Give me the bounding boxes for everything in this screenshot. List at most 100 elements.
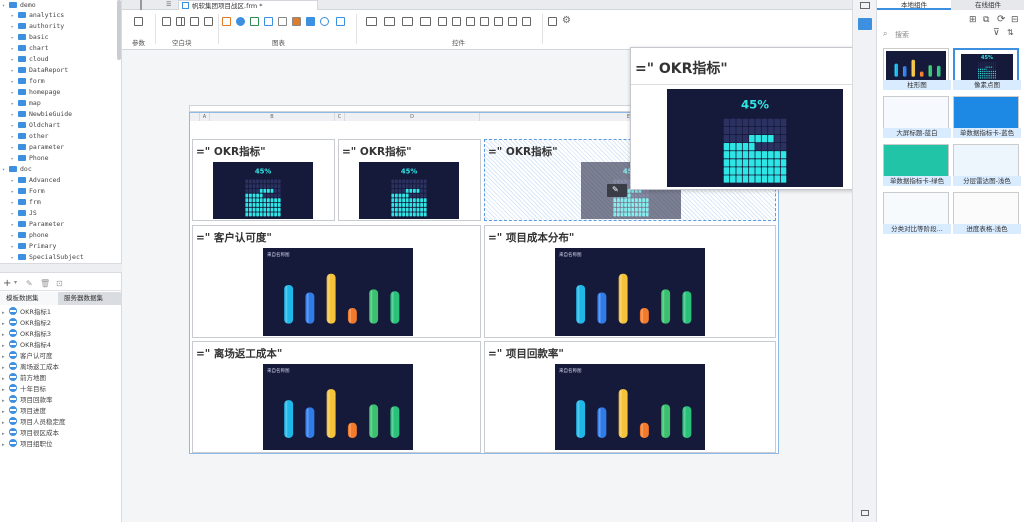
chevron-down-icon[interactable]: ▾ [2,1,9,12]
edit-icon[interactable]: ✎ [26,279,33,288]
dataset-item[interactable]: ▸ 项目人员稳定度 [2,417,66,428]
filter-icon[interactable]: ⊽ [993,28,1000,38]
split-layout-icon[interactable] [176,17,185,26]
dataset-item[interactable]: ▸ 离场返工成本 [2,362,59,373]
column-header-c[interactable]: C [335,113,345,121]
area-chart-icon[interactable] [292,17,301,26]
tab-local-components[interactable]: 本地组件 [877,0,951,10]
column-header-b[interactable]: B [210,113,335,121]
sort-icon[interactable]: ⇅ [1007,28,1014,37]
column-header-a[interactable]: A [200,113,210,121]
bar-cell-customer[interactable]: =" 客户认可度" 来自名称图 [192,225,481,338]
tree-item[interactable]: ▸ DataReport [11,65,68,76]
chevron-down-icon[interactable]: ▾ [14,279,17,286]
bar-cell-payment[interactable]: =" 项目回款率" 来自名称图 [484,341,776,453]
refresh-icon[interactable]: ⟳ [997,14,1005,25]
dropdown-icon[interactable] [480,17,489,26]
gauge-chart-icon[interactable] [320,17,329,26]
password-field-icon[interactable] [402,17,413,26]
component-thumb-compare[interactable] [883,192,949,228]
component-library-icon[interactable] [858,18,872,30]
dataset-item[interactable]: ▸ OKR指标1 [2,307,51,318]
dataset-item[interactable]: ▸ 十年目标 [2,384,46,395]
tree-item[interactable]: ▸ basic [11,32,49,43]
tree-item[interactable]: ▸ form [11,76,45,87]
tab-server-dataset[interactable]: 服务器数据集 [58,292,122,305]
tab-online-components[interactable]: 在线组件 [951,0,1024,10]
delete-icon[interactable]: 🗑 [40,279,50,288]
map-chart-icon[interactable] [306,17,315,26]
bar-cell-cost[interactable]: =" 项目成本分布" 来自名称图 [484,225,776,338]
button-widget-icon[interactable] [420,17,431,26]
tree-item[interactable]: ▸ authority [11,21,64,32]
panel-splitter[interactable] [0,263,122,273]
dataset-item[interactable]: ▸ 项目很区成本 [2,428,59,439]
tree-item[interactable]: ▸ NewbieGuide [11,109,72,120]
dataset-item[interactable]: ▸ 客户认可度 [2,351,53,362]
add-component-icon[interactable]: ⊞ [969,15,977,25]
tree-widget-icon[interactable] [494,17,503,26]
text-field-icon[interactable] [366,17,377,26]
line-chart-icon[interactable] [278,17,287,26]
dataset-item[interactable]: ▸ 项目回款率 [2,395,53,406]
tree-item[interactable]: ▸ homepage [11,87,60,98]
checkbox-group-icon[interactable] [452,17,461,26]
dataset-item[interactable]: ▸ 项目进度 [2,406,46,417]
component-thumb-kpi-green[interactable] [883,144,949,180]
label-widget-icon[interactable] [522,17,531,26]
component-thumb-bar[interactable] [883,48,949,84]
report-block-icon[interactable] [222,17,231,26]
dataset-item[interactable]: ▸ OKR指标2 [2,318,51,329]
component-thumb-title-blue[interactable] [883,96,949,132]
tab-scroll-left[interactable] [140,0,142,10]
import-icon[interactable]: ⧉ [983,15,989,25]
widget-settings-icon[interactable] [860,2,870,9]
grid-layout-icon[interactable] [204,17,213,26]
dataset-item[interactable]: ▸ 项目组职位 [2,439,53,450]
column-chart-icon[interactable] [264,17,273,26]
tree-item[interactable]: ▸ JS [11,208,37,219]
tree-item[interactable]: ▸ parameter [11,142,64,153]
tree-item[interactable]: ▾ doc [2,164,32,175]
edit-overlay-button[interactable]: ✎ [607,184,627,197]
tree-item[interactable]: ▸ frm [11,197,41,208]
tab-template-dataset[interactable]: 模板数据集 [0,292,58,305]
radio-group-icon[interactable] [438,17,447,26]
collapse-icon[interactable] [861,510,869,516]
tree-item[interactable]: ▸ Advanced [11,175,60,186]
add-icon[interactable]: + [3,278,11,289]
chevron-right-icon[interactable]: ▸ [11,253,18,263]
grid-view-icon[interactable]: ⊟ [1011,15,1019,25]
component-thumb-pixel[interactable]: 45% [953,48,1019,84]
dataset-item[interactable]: ▸ 前方地图 [2,373,46,384]
parameter-icon[interactable] [134,17,143,26]
tree-item[interactable]: ▸ other [11,131,49,142]
tree-item[interactable]: ▸ analytics [11,10,64,21]
tree-item[interactable]: ▸ phone [11,230,49,241]
list-widget-icon[interactable] [508,17,517,26]
search-input[interactable]: 搜索 [895,30,909,40]
pie-chart-icon[interactable] [236,17,245,26]
tree-item[interactable]: ▸ Primary [11,241,56,252]
tree-item[interactable]: ▸ Parameter [11,219,64,230]
bar-cell-rework[interactable]: =" 离场返工成本" 来自名称图 [192,341,481,453]
tree-item[interactable]: ▸ Oldchart [11,120,60,131]
column-header-d[interactable]: D [345,113,480,121]
tree-scrollbar[interactable] [117,0,121,60]
tree-item[interactable]: ▸ Phone [11,153,49,164]
tree-item[interactable]: ▸ SpecialSubject [11,252,84,263]
file-icon[interactable] [548,17,557,26]
more-chart-icon[interactable] [336,17,345,26]
okr-cell-1[interactable]: =" OKR指标" 45% [192,139,335,221]
tab-layout-icon[interactable] [190,17,199,26]
tree-item[interactable]: ▸ cloud [11,54,49,65]
component-thumb-radar[interactable] [953,144,1019,180]
chevron-right-icon[interactable]: ▸ [2,440,9,451]
number-field-icon[interactable] [384,17,395,26]
component-thumb-progress-table[interactable] [953,192,1019,228]
chevron-down-icon[interactable]: ▾ [2,165,9,176]
lock-icon[interactable]: ⊡ [56,279,63,288]
tree-item[interactable]: ▸ Form [11,186,45,197]
bar-chart-icon[interactable] [250,17,259,26]
date-picker-icon[interactable] [466,17,475,26]
